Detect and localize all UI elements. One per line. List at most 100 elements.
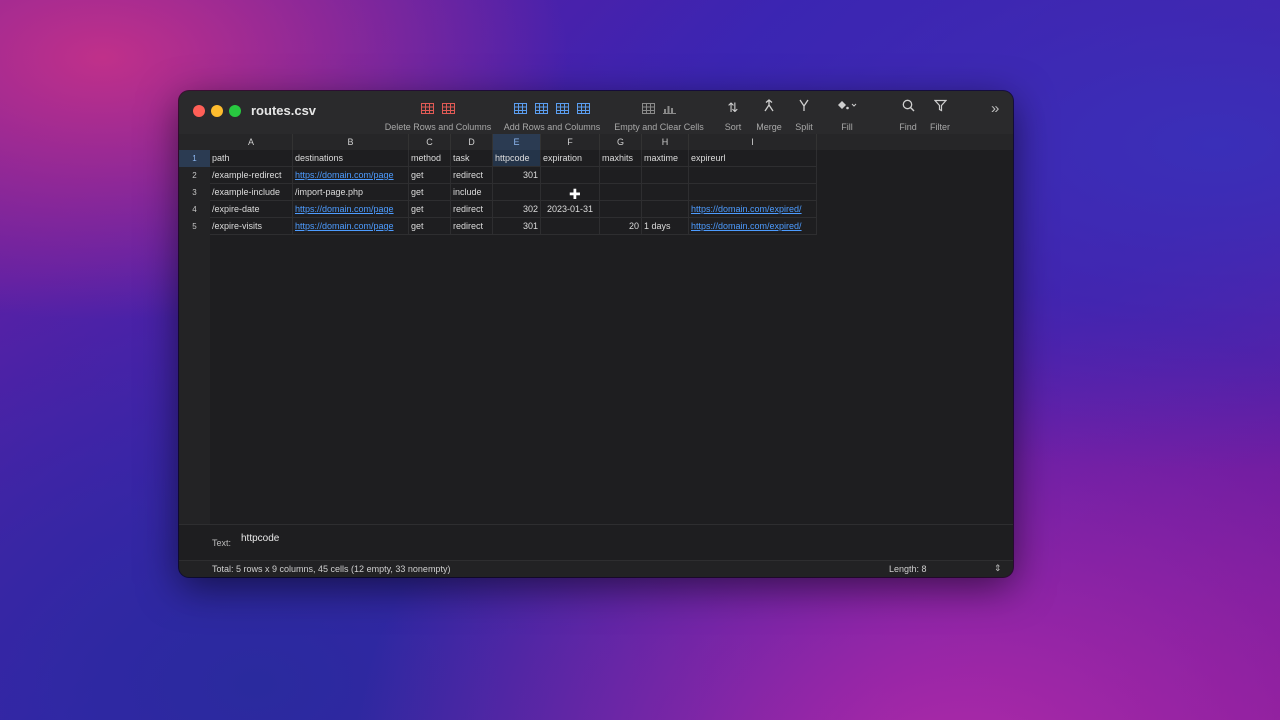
delete-row-icon[interactable] (421, 102, 434, 114)
cell-b3[interactable]: /import-page.php (293, 184, 409, 201)
cell-e3[interactable] (493, 184, 541, 201)
cell-editor: Text: httpcode (179, 524, 1013, 561)
column-header-b[interactable]: B (293, 134, 409, 150)
find-button[interactable]: Find (895, 99, 921, 132)
cell-b2[interactable]: https://domain.com/page (293, 167, 409, 184)
row-header-4[interactable]: 4 (179, 201, 210, 218)
cell-i3[interactable] (689, 184, 817, 201)
filter-button[interactable]: Filter (925, 99, 955, 132)
cell-b1[interactable]: destinations (293, 150, 409, 167)
cell-g5[interactable]: 20 (600, 218, 642, 235)
merge-button[interactable]: Merge (751, 99, 787, 132)
cell-d4[interactable]: redirect (451, 201, 493, 218)
toolbar-overflow-icon[interactable]: » (991, 100, 999, 117)
cell-i1[interactable]: expireurl (689, 150, 817, 167)
cell-g3[interactable] (600, 184, 642, 201)
cell-c2[interactable]: get (409, 167, 451, 184)
toolbar: routes.csv Delete Rows and Columns Add R… (179, 91, 1013, 135)
fill-button[interactable]: Fill (832, 99, 862, 132)
cell-a4[interactable]: /expire-date (210, 201, 293, 218)
cell-h3[interactable] (642, 184, 689, 201)
paint-bucket-icon[interactable] (836, 99, 858, 117)
cell-c1[interactable]: method (409, 150, 451, 167)
search-icon[interactable] (902, 99, 915, 117)
filter-icon[interactable] (933, 99, 947, 117)
zoom-button[interactable] (229, 105, 241, 117)
minimize-button[interactable] (211, 105, 223, 117)
sort-label: Sort (724, 122, 742, 132)
cell-e1[interactable]: httpcode (493, 150, 541, 167)
cell-a3[interactable]: /example-include (210, 184, 293, 201)
cell-e4[interactable]: 302 (493, 201, 541, 218)
empty-clear-cells-label: Empty and Clear Cells (614, 122, 704, 132)
add-column-right-icon[interactable] (577, 102, 590, 114)
cell-d3[interactable]: include (451, 184, 493, 201)
add-rows-columns-group[interactable]: Add Rows and Columns (500, 99, 604, 132)
add-row-below-icon[interactable] (535, 102, 548, 114)
split-button[interactable]: Split (789, 99, 819, 132)
row-header-1[interactable]: 1 (179, 150, 210, 167)
cell-c4[interactable]: get (409, 201, 451, 218)
app-window: routes.csv Delete Rows and Columns Add R… (179, 91, 1013, 577)
cell-i5[interactable]: https://domain.com/expired/ (689, 218, 817, 235)
merge-icon[interactable] (763, 99, 775, 117)
cell-f4[interactable]: 2023-01-31 (541, 201, 600, 218)
filter-label: Filter (930, 122, 950, 132)
sort-button[interactable]: ⇅ Sort (717, 99, 749, 132)
cell-f5[interactable] (541, 218, 600, 235)
cell-a1[interactable]: path (210, 150, 293, 167)
crosshair-cursor-icon: ✚ (569, 186, 581, 202)
column-header-c[interactable]: C (409, 134, 451, 150)
column-header-g[interactable]: G (600, 134, 642, 150)
cell-e5[interactable]: 301 (493, 218, 541, 235)
fill-label: Fill (841, 122, 853, 132)
cell-a5[interactable]: /expire-visits (210, 218, 293, 235)
row-header-2[interactable]: 2 (179, 167, 210, 184)
row-header-3[interactable]: 3 (179, 184, 210, 201)
merge-label: Merge (756, 122, 782, 132)
row-header-bar: 12345 (179, 150, 211, 524)
cell-c5[interactable]: get (409, 218, 451, 235)
delete-column-icon[interactable] (442, 102, 455, 114)
add-column-left-icon[interactable] (556, 102, 569, 114)
cell-h2[interactable] (642, 167, 689, 184)
cell-f1[interactable]: expiration (541, 150, 600, 167)
cell-b5[interactable]: https://domain.com/page (293, 218, 409, 235)
cell-i2[interactable] (689, 167, 817, 184)
cell-f2[interactable] (541, 167, 600, 184)
cell-g2[interactable] (600, 167, 642, 184)
column-header-i[interactable]: I (689, 134, 817, 150)
column-header-a[interactable]: A (210, 134, 293, 150)
column-header-e[interactable]: E (493, 134, 541, 150)
cell-e2[interactable]: 301 (493, 167, 541, 184)
delete-rows-columns-group[interactable]: Delete Rows and Columns (382, 99, 494, 132)
close-button[interactable] (193, 105, 205, 117)
column-header-f[interactable]: F (541, 134, 600, 150)
cell-d2[interactable]: redirect (451, 167, 493, 184)
clear-cells-icon[interactable] (663, 103, 676, 114)
cell-i4[interactable]: https://domain.com/expired/ (689, 201, 817, 218)
window-title: routes.csv (251, 103, 317, 118)
cell-d5[interactable]: redirect (451, 218, 493, 235)
column-header-d[interactable]: D (451, 134, 493, 150)
split-icon[interactable] (798, 99, 810, 117)
cell-h5[interactable]: 1 days (642, 218, 689, 235)
column-header-h[interactable]: H (642, 134, 689, 150)
row-header-5[interactable]: 5 (179, 218, 210, 235)
cell-g4[interactable] (600, 201, 642, 218)
cell-g1[interactable]: maxhits (600, 150, 642, 167)
cell-a2[interactable]: /example-redirect (210, 167, 293, 184)
cell-h1[interactable]: maxtime (642, 150, 689, 167)
sort-icon[interactable]: ⇅ (728, 100, 739, 116)
spreadsheet-grid[interactable]: path destinations method task httpcode expira… (210, 150, 1013, 524)
empty-cells-icon[interactable] (642, 102, 655, 114)
cell-b4[interactable]: https://domain.com/page (293, 201, 409, 218)
cell-editor-label: Text: (212, 538, 232, 548)
length-stepper-icon[interactable]: ⇕ (994, 563, 1002, 574)
cell-c3[interactable]: get (409, 184, 451, 201)
add-row-above-icon[interactable] (514, 102, 527, 114)
cell-h4[interactable] (642, 201, 689, 218)
cell-d1[interactable]: task (451, 150, 493, 167)
cell-editor-input[interactable]: httpcode (241, 533, 279, 544)
empty-clear-cells-group[interactable]: Empty and Clear Cells (611, 99, 707, 132)
